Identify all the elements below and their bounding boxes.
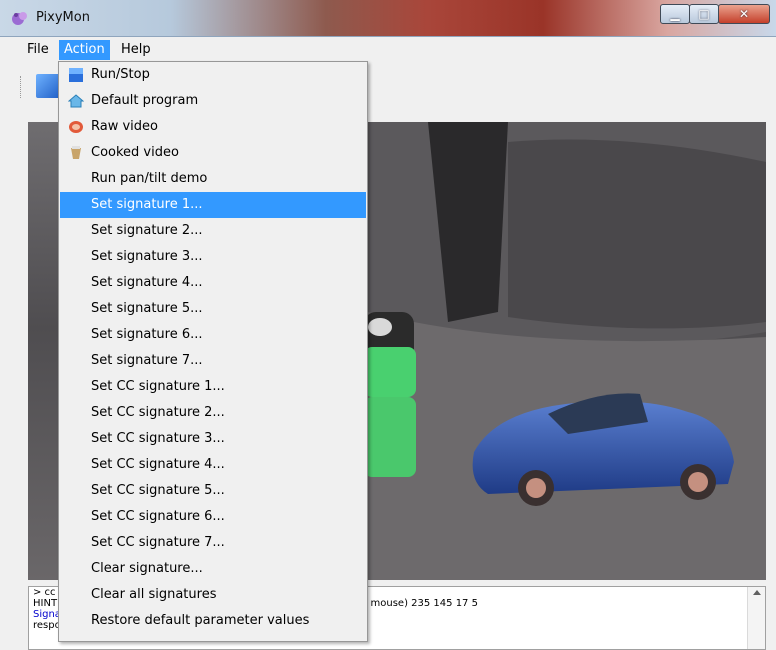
menu-item-label: Set signature 1...	[91, 197, 203, 212]
menu-item-label: Default program	[91, 93, 199, 108]
menu-item-label: Set signature 6...	[91, 327, 203, 342]
menu-item-label: Set CC signature 1...	[91, 379, 225, 394]
menu-item-set-cc-signature-3[interactable]: Set CC signature 3...	[60, 426, 366, 452]
menu-item-set-cc-signature-2[interactable]: Set CC signature 2...	[60, 400, 366, 426]
close-icon: ✕	[738, 7, 750, 21]
menu-item-run-pan-tilt-demo[interactable]: Run pan/tilt demo	[60, 166, 366, 192]
menu-item-set-signature-6[interactable]: Set signature 6...	[60, 322, 366, 348]
menu-item-set-signature-5[interactable]: Set signature 5...	[60, 296, 366, 322]
menu-item-set-cc-signature-5[interactable]: Set CC signature 5...	[60, 478, 366, 504]
menu-item-label: Raw video	[91, 119, 158, 134]
menu-item-label: Set CC signature 5...	[91, 483, 225, 498]
menu-file[interactable]: File	[22, 40, 54, 60]
raw-video-icon	[69, 121, 83, 133]
home-icon	[68, 94, 84, 108]
cooked-video-icon	[71, 146, 81, 159]
menu-item-set-signature-2[interactable]: Set signature 2...	[60, 218, 366, 244]
menu-item-label: Set CC signature 7...	[91, 535, 225, 550]
toolbar-grip-icon[interactable]	[20, 76, 24, 98]
console-line-signature: Signa	[33, 609, 61, 620]
menu-item-set-cc-signature-4[interactable]: Set CC signature 4...	[60, 452, 366, 478]
menu-item-set-signature-7[interactable]: Set signature 7...	[60, 348, 366, 374]
menu-help[interactable]: Help	[116, 40, 156, 60]
maximize-icon: □	[698, 7, 710, 21]
console-scrollbar[interactable]	[747, 587, 765, 649]
menu-action[interactable]: Action	[59, 40, 110, 60]
menu-item-label: Set signature 2...	[91, 223, 203, 238]
menu-item-label: Set CC signature 2...	[91, 405, 225, 420]
menu-item-label: Run/Stop	[91, 67, 150, 82]
console-line-hint: HINT	[33, 598, 58, 609]
menu-item-set-cc-signature-7[interactable]: Set CC signature 7...	[60, 530, 366, 556]
menu-item-set-signature-3[interactable]: Set signature 3...	[60, 244, 366, 270]
menu-item-label: Restore default parameter values	[91, 613, 310, 628]
menu-item-set-cc-signature-6[interactable]: Set CC signature 6...	[60, 504, 366, 530]
menu-item-label: Cooked video	[91, 145, 179, 160]
menu-item-label: Set signature 7...	[91, 353, 203, 368]
menu-item-label: Set signature 4...	[91, 275, 203, 290]
pixymon-app-icon	[12, 12, 27, 25]
menu-item-default-program[interactable]: Default program	[60, 88, 366, 114]
title-bar[interactable]: PixyMon ▁ □ ✕	[0, 0, 776, 37]
menu-bar: File Action Help	[14, 39, 776, 61]
menu-item-restore-default-parameters[interactable]: Restore default parameter values	[60, 608, 366, 634]
menu-item-label: Set CC signature 6...	[91, 509, 225, 524]
minimize-icon: ▁	[670, 7, 680, 21]
menu-item-clear-all-signatures[interactable]: Clear all signatures	[60, 582, 366, 608]
action-menu-dropdown: Run/Stop Default program Raw video Cooke…	[58, 61, 368, 642]
maximize-button[interactable]: □	[689, 4, 719, 24]
menu-item-label: Clear signature...	[91, 561, 203, 576]
menu-item-label: Set CC signature 3...	[91, 431, 225, 446]
console-line-hint-tail: h mouse) 235 145 17 5	[361, 598, 478, 609]
menu-item-label: Run pan/tilt demo	[91, 171, 208, 186]
window-title: PixyMon	[36, 10, 90, 25]
menu-item-cooked-video[interactable]: Cooked video	[60, 140, 366, 166]
menu-item-raw-video[interactable]: Raw video	[60, 114, 366, 140]
menu-item-label: Set signature 5...	[91, 301, 203, 316]
menu-item-label: Set signature 3...	[91, 249, 203, 264]
menu-item-label: Set CC signature 4...	[91, 457, 225, 472]
run-stop-icon	[69, 68, 83, 82]
minimize-button[interactable]: ▁	[660, 4, 690, 24]
menu-item-set-signature-4[interactable]: Set signature 4...	[60, 270, 366, 296]
menu-item-set-cc-signature-1[interactable]: Set CC signature 1...	[60, 374, 366, 400]
menu-item-clear-signature[interactable]: Clear signature...	[60, 556, 366, 582]
menu-item-set-signature-1[interactable]: Set signature 1...	[60, 192, 366, 218]
menu-item-run-stop[interactable]: Run/Stop	[60, 62, 366, 88]
menu-item-label: Clear all signatures	[91, 587, 217, 602]
close-button[interactable]: ✕	[718, 4, 770, 24]
console-line-prompt: > cc	[33, 587, 56, 598]
pixymon-window: PixyMon ▁ □ ✕ File Action Help > cc HINT…	[0, 0, 776, 650]
scroll-up-arrow-icon[interactable]	[753, 590, 761, 595]
